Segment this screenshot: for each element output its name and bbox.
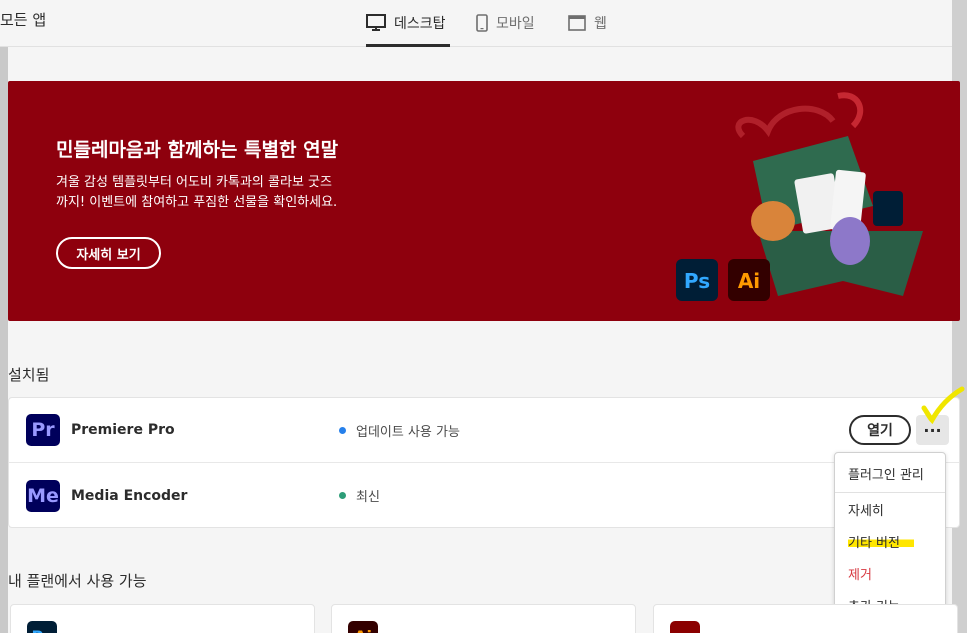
open-button[interactable]: 열기 — [849, 415, 911, 445]
tab-desktop-label: 데스크탑 — [394, 16, 446, 32]
illustrator-badge-label: Ai — [738, 269, 760, 293]
photoshop-badge-label: Ps — [684, 269, 710, 293]
active-tab-indicator — [366, 44, 450, 47]
plan-app-card[interactable]: Ai — [331, 604, 636, 633]
status-dot-icon — [339, 492, 346, 499]
top-bar: 모든 앱 데스크탑 모바일 웹 — [0, 0, 952, 47]
illustrator-icon: Ai — [348, 621, 378, 633]
acrobat-icon — [670, 621, 700, 633]
menu-item-uninstall[interactable]: 제거 — [835, 557, 945, 589]
tab-mobile[interactable]: 모바일 — [476, 8, 535, 38]
plan-app-card[interactable] — [653, 604, 958, 633]
banner-desc-line-2: 까지! 이벤트에 참여하고 푸짐한 선물을 확인하세요. — [56, 195, 338, 210]
menu-item-other-versions[interactable]: 기타 버전 — [835, 525, 945, 557]
browser-window-icon — [568, 15, 586, 31]
promo-banner: 민들레마음과 함께하는 특별한 연말 겨울 감성 템플릿부터 어도비 카톡과의 … — [8, 81, 960, 321]
photoshop-icon: Ps — [27, 621, 57, 633]
checkmark-annotation-icon — [921, 386, 965, 425]
gift-box-illustration: Ps Ai — [676, 92, 923, 301]
tab-mobile-label: 모바일 — [496, 16, 535, 32]
plan-app-card[interactable]: Ps — [10, 604, 315, 633]
tab-desktop[interactable]: 데스크탑 — [366, 8, 446, 38]
app-name: Premiere Pro — [71, 422, 175, 438]
tab-web[interactable]: 웹 — [568, 8, 607, 38]
banner-description: 겨울 감성 템플릿부터 어도비 카톡과의 콜라보 굿즈 까지! 이벤트에 참여하… — [56, 173, 396, 213]
mobile-icon — [476, 14, 488, 32]
available-section-title: 내 플랜에서 사용 가능 — [8, 572, 147, 590]
app-name: Media Encoder — [71, 487, 188, 504]
installed-section-title: 설치됨 — [8, 366, 50, 384]
app-status-text: 최신 — [356, 490, 380, 505]
app-row-media-encoder: Me Media Encoder 최신 — [9, 463, 959, 528]
banner-title: 민들레마음과 함께하는 특별한 연말 — [56, 139, 339, 161]
status-dot-icon — [339, 426, 346, 434]
app-status: 최신 — [339, 486, 380, 505]
app-status-text: 업데이트 사용 가능 — [356, 424, 460, 440]
banner-desc-line-1: 겨울 감성 템플릿부터 어도비 카톡과의 콜라보 굿즈 — [56, 175, 332, 190]
monitor-icon — [366, 14, 386, 31]
tab-web-label: 웹 — [594, 16, 607, 32]
premiere-pro-icon: Pr — [26, 414, 60, 446]
app-status: 업데이트 사용 가능 — [339, 421, 460, 440]
banner-details-button[interactable]: 자세히 보기 — [56, 237, 161, 269]
menu-item-manage-plugins[interactable]: 플러그인 관리 — [835, 457, 945, 489]
app-row-premiere-pro: Pr Premiere Pro 업데이트 사용 가능 열기 ··· — [9, 398, 959, 463]
installed-apps-list: Pr Premiere Pro 업데이트 사용 가능 열기 ··· Me Med… — [8, 397, 960, 528]
app-context-menu: 플러그인 관리 자세히 기타 버전 제거 추가 기능 — [834, 452, 946, 626]
page-title: 모든 앱 — [0, 11, 47, 29]
menu-item-other-versions-label: 기타 버전 — [848, 531, 914, 551]
menu-item-details[interactable]: 자세히 — [835, 493, 945, 525]
media-encoder-icon: Me — [26, 479, 60, 512]
